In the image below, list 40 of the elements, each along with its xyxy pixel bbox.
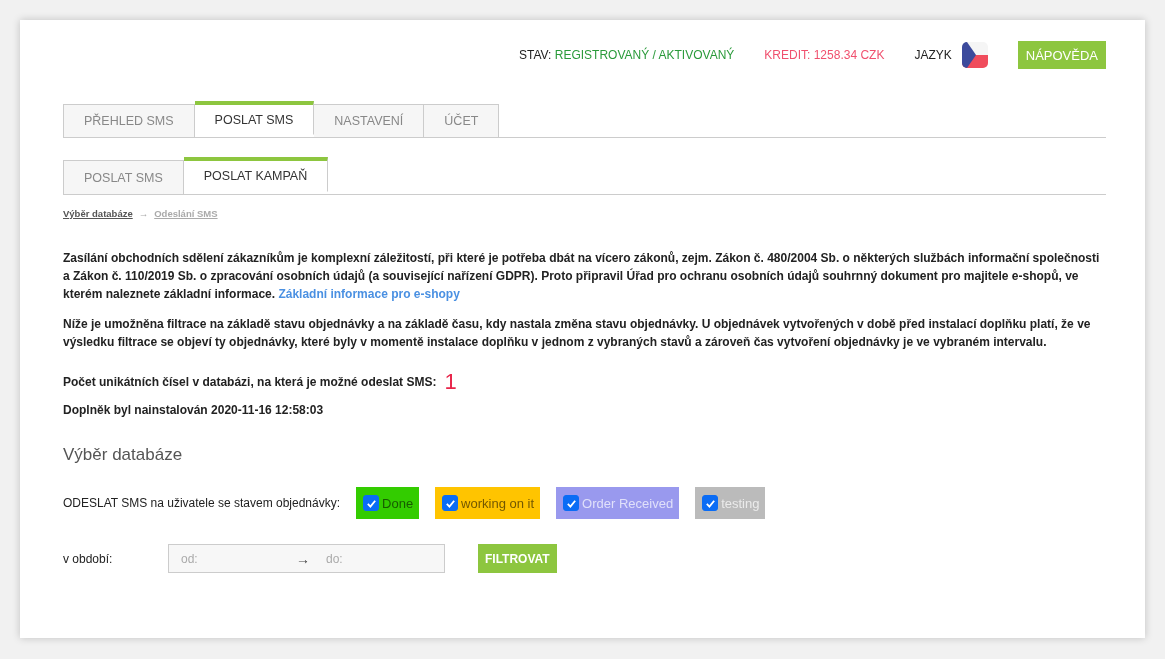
checkbox[interactable] <box>363 495 380 511</box>
help-button[interactable]: NÁPOVĚDA <box>1017 41 1106 69</box>
status-option-label: Done <box>382 495 414 511</box>
breadcrumb-arrow: → <box>138 208 149 219</box>
checkbox[interactable] <box>563 495 580 511</box>
flag-icon[interactable] <box>961 42 988 68</box>
status-value: REGISTROVANÝ / AKTIVOVANÝ <box>554 48 735 62</box>
language-label: JAZYK <box>914 48 952 62</box>
tab[interactable]: ÚČET <box>424 104 500 138</box>
intro-paragraph: Zasílání obchodních sdělení zákazníkům je komplexní záležitostí, při které je potřeba dbát na vícero zákonů, zejm. Zákon č. 480/2004 Sb. o některých službách informační společnosti a Zákon č. 110/2019 Sb. o zpracování osobních údajů (a související nařízení GDPR). Proto připravil Úřad pro ochranu osobních údajů souhrnný dokument pro majitele e-shopů, ve kterém naleznete základní informace. Základní informace pro e-shopy <box>63 250 1101 303</box>
status-filter-label: ODESLAT SMS na uživatele se stavem objednávky: <box>63 496 341 510</box>
checkmark-icon <box>565 497 577 509</box>
filter-note: Níže je umožněna filtrace na základě stavu objednávky a na základě času, kdy nastala změna stavu objednávky. U objednávek vytvořených v době před instalací doplňku platí, že ve výsledku filtrace se objeví ty objednávky, které byly v momentě instalace doplňku v jednom z vybraných stavů a zároveň čas vytvoření objednávky je ve vybraném intervalu. <box>63 316 1092 351</box>
status-option-label: working on it <box>461 495 535 511</box>
count-label: Počet unikátních čísel v databázi, na která je možné odeslat SMS: <box>63 374 437 391</box>
status-option[interactable]: Done <box>356 487 420 519</box>
tab[interactable]: POSLAT SMS <box>194 101 315 135</box>
subtab[interactable]: POSLAT SMS <box>63 160 184 195</box>
count-value: 1 <box>444 371 457 393</box>
status-option-label: Order Received <box>582 495 674 511</box>
section-title: Výběr databáze <box>63 445 184 465</box>
checkmark-icon <box>444 497 456 509</box>
status-option[interactable]: Order Received <box>556 487 680 519</box>
credit-text: KREDIT: 1258.34 CZK <box>764 48 885 62</box>
info-link[interactable]: Základní informace pro e-shopy <box>278 287 460 301</box>
checkbox[interactable] <box>702 495 719 511</box>
date-range-field[interactable]: od: → do: <box>168 544 445 573</box>
checkbox[interactable] <box>442 495 459 511</box>
subtab[interactable]: POSLAT KAMPAŇ <box>183 157 329 192</box>
filter-button[interactable]: FILTROVAT <box>478 544 557 573</box>
tab[interactable]: PŘEHLED SMS <box>63 104 195 138</box>
period-label: v období: <box>63 551 114 566</box>
status-option[interactable]: working on it <box>435 487 541 519</box>
breadcrumb-link[interactable]: Výběr databáze <box>63 208 133 219</box>
status-label: STAV: <box>518 48 553 62</box>
breadcrumb-link[interactable]: Odeslání SMS <box>154 208 218 219</box>
installed-text: Doplněk byl nainstalován 2020-11-16 12:58:03 <box>63 402 325 419</box>
tab[interactable]: NASTAVENÍ <box>314 104 425 138</box>
checkmark-icon <box>704 497 716 509</box>
checkmark-icon <box>365 497 377 509</box>
